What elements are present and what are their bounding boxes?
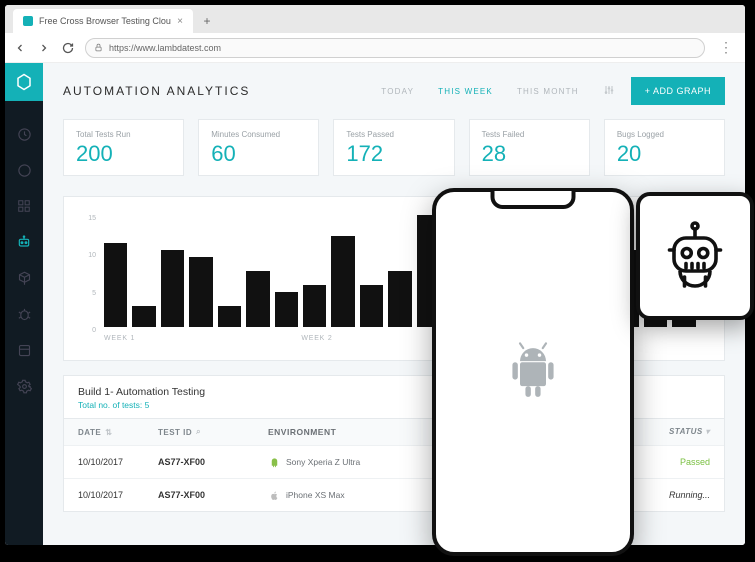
tune-icon[interactable] (603, 84, 615, 99)
chart-bar (189, 257, 212, 327)
th-status[interactable]: STATUS (669, 427, 703, 436)
search-icon[interactable]: ⌕ (196, 427, 201, 437)
stat-value: 28 (482, 141, 577, 167)
cell-date: 10/10/2017 (78, 490, 158, 500)
th-environment[interactable]: ENVIRONMENT (268, 427, 336, 437)
forward-button[interactable] (37, 41, 51, 55)
th-test-id[interactable]: TEST ID (158, 428, 192, 437)
phone-notch (491, 191, 576, 209)
reload-button[interactable] (61, 41, 75, 55)
chart-y-axis: 151050 (80, 215, 96, 334)
nav-settings-icon[interactable] (15, 377, 33, 395)
nav-bug-icon[interactable] (15, 305, 33, 323)
chart-bar (218, 306, 241, 327)
app-sidebar (5, 63, 43, 545)
range-today[interactable]: TODAY (381, 87, 414, 96)
chart-bar (132, 306, 155, 327)
chart-bar (303, 285, 326, 327)
range-this-month[interactable]: THIS MONTH (517, 87, 579, 96)
cell-status: Running... (640, 490, 710, 500)
app-logo[interactable] (5, 63, 43, 101)
favicon-icon (23, 16, 33, 26)
chart-bar (161, 250, 184, 327)
app-shell: AUTOMATION ANALYTICS TODAY THIS WEEK THI… (5, 63, 745, 545)
cell-test-id: AS77-XF00 (158, 457, 268, 467)
filter-icon[interactable]: ▾ (705, 427, 710, 436)
url-text: https://www.lambdatest.com (109, 43, 221, 53)
add-graph-button[interactable]: + ADD GRAPH (631, 77, 725, 105)
browser-window: Free Cross Browser Testing Clou × + http… (5, 5, 745, 545)
range-tabs: TODAY THIS WEEK THIS MONTH (381, 84, 614, 99)
range-this-week[interactable]: THIS WEEK (438, 87, 493, 96)
stat-card[interactable]: Minutes Consumed 60 (198, 119, 319, 176)
android-icon (268, 456, 280, 468)
chart-bar (104, 243, 127, 327)
robot-card (636, 192, 754, 320)
stat-value: 200 (76, 141, 171, 167)
address-bar[interactable]: https://www.lambdatest.com (85, 38, 705, 58)
browser-toolbar: https://www.lambdatest.com ⋮ (5, 33, 745, 63)
chart-bar (360, 285, 383, 327)
cell-date: 10/10/2017 (78, 457, 158, 467)
robot-icon (659, 217, 731, 295)
stat-label: Tests Failed (482, 130, 577, 139)
stat-label: Total Tests Run (76, 130, 171, 139)
apple-icon (268, 489, 280, 501)
stat-card[interactable]: Bugs Logged 20 (604, 119, 725, 176)
stats-row: Total Tests Run 200 Minutes Consumed 60 Test… (63, 119, 725, 176)
nav-layers-icon[interactable] (15, 341, 33, 359)
close-tab-icon[interactable]: × (177, 16, 183, 27)
stat-value: 172 (346, 141, 441, 167)
back-button[interactable] (13, 41, 27, 55)
tab-title: Free Cross Browser Testing Clou (39, 16, 171, 26)
stat-label: Minutes Consumed (211, 130, 306, 139)
nav-clock-icon[interactable] (15, 161, 33, 179)
lock-icon (94, 43, 103, 52)
page-title: AUTOMATION ANALYTICS (63, 84, 250, 98)
chart-bar (331, 236, 354, 327)
stat-card[interactable]: Total Tests Run 200 (63, 119, 184, 176)
browser-menu-button[interactable]: ⋮ (715, 39, 737, 56)
cell-status: Passed (640, 457, 710, 467)
page-header: AUTOMATION ANALYTICS TODAY THIS WEEK THI… (63, 77, 725, 105)
stat-value: 60 (211, 141, 306, 167)
chart-bar (388, 271, 411, 327)
phone-mockup (432, 188, 634, 556)
new-tab-button[interactable]: + (197, 11, 217, 31)
browser-tab[interactable]: Free Cross Browser Testing Clou × (13, 9, 193, 33)
browser-tabbar: Free Cross Browser Testing Clou × + (5, 5, 745, 33)
stat-label: Tests Passed (346, 130, 441, 139)
android-icon (507, 341, 559, 403)
stat-value: 20 (617, 141, 712, 167)
nav-dashboard-icon[interactable] (15, 125, 33, 143)
nav-cube-icon[interactable] (15, 269, 33, 287)
nav-robot-icon[interactable] (15, 233, 33, 251)
sort-icon[interactable]: ⇅ (105, 428, 112, 437)
cell-test-id: AS77-XF00 (158, 490, 268, 500)
stat-label: Bugs Logged (617, 130, 712, 139)
chart-bar (275, 292, 298, 327)
stat-card[interactable]: Tests Passed 172 (333, 119, 454, 176)
th-date[interactable]: DATE (78, 428, 101, 437)
chart-bar (246, 271, 269, 327)
nav-grid-icon[interactable] (15, 197, 33, 215)
stat-card[interactable]: Tests Failed 28 (469, 119, 590, 176)
